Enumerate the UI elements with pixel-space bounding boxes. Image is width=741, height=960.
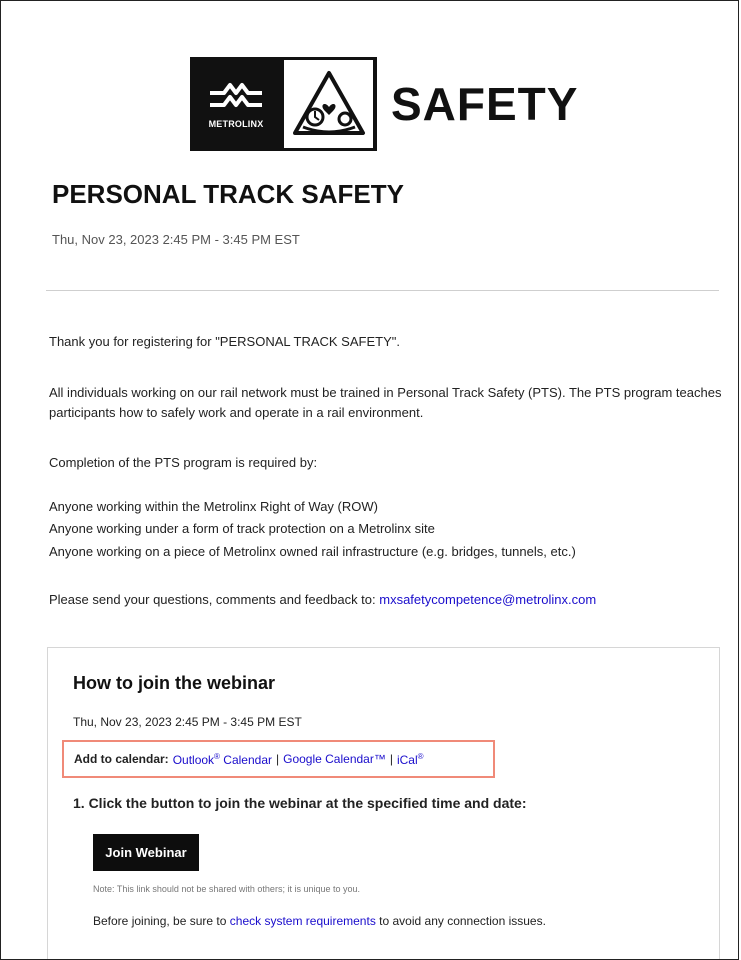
webinar-datetime: Thu, Nov 23, 2023 2:45 PM - 3:45 PM EST [73,715,302,729]
logo-safety-text: SAFETY [391,78,579,130]
safety-triangle-icon [292,71,365,135]
list-item: Anyone working under a form of track pro… [49,521,435,536]
metrolinx-waves-icon [210,83,262,107]
safety-logo: METROLINX SAFETY [190,57,578,151]
ical-link[interactable]: iCal® [397,752,424,767]
registered-mark: ® [417,751,424,761]
safety-symbol [284,60,373,148]
add-to-calendar-row: Add to calendar: Outlook® Calendar | Goo… [62,740,495,778]
contact-line: Please send your questions, comments and… [49,590,729,610]
event-datetime: Thu, Nov 23, 2023 2:45 PM - 3:45 PM EST [52,232,300,247]
system-requirements-link[interactable]: check system requirements [230,914,376,928]
before-suffix: to avoid any connection issues. [375,914,546,928]
metrolinx-brand: METROLINX [190,57,282,151]
calendar-separator: | [275,752,280,766]
step-1-instruction: 1. Click the button to join the webinar … [73,795,527,811]
add-to-calendar-label: Add to calendar: [74,752,169,766]
event-title: PERSONAL TRACK SAFETY [52,179,404,209]
list-item: Anyone working on a piece of Metrolinx o… [49,544,576,559]
logo-wordmark: METROLINX [208,119,264,129]
email-frame: METROLINX SAFETY PERSONAL TRACK SAFETY T… [0,0,739,960]
intro-text: All individuals working on our rail netw… [49,385,722,420]
webinar-join-panel: How to join the webinar Thu, Nov 23, 202… [47,647,720,959]
required-by-text: Completion of the PTS program is require… [49,455,318,470]
outlook-label: Outlook [172,752,215,767]
calendar-separator: | [389,752,393,766]
ical-label: iCal [396,752,418,767]
metrolinx-logo-box: METROLINX [190,57,377,151]
link-note: Note: This link should not be shared wit… [93,884,360,894]
header-divider [46,290,719,291]
join-webinar-button[interactable]: Join Webinar [93,834,199,871]
contact-prefix: Please send your questions, comments and… [49,592,380,607]
list-item: Anyone working within the Metrolinx Righ… [49,499,378,514]
webinar-title: How to join the webinar [73,673,275,693]
outlook-suffix: Calendar [219,752,272,767]
before-prefix: Before joining, be sure to [93,914,230,928]
google-calendar-link[interactable]: Google Calendar™ [283,752,386,766]
thanks-text: Thank you for registering for "PERSONAL … [49,334,400,349]
contact-email-link[interactable]: mxsafetycompetence@metrolinx.com [379,592,596,607]
system-requirements-line: Before joining, be sure to check system … [93,914,546,928]
outlook-calendar-link[interactable]: Outlook® Calendar [173,752,272,767]
